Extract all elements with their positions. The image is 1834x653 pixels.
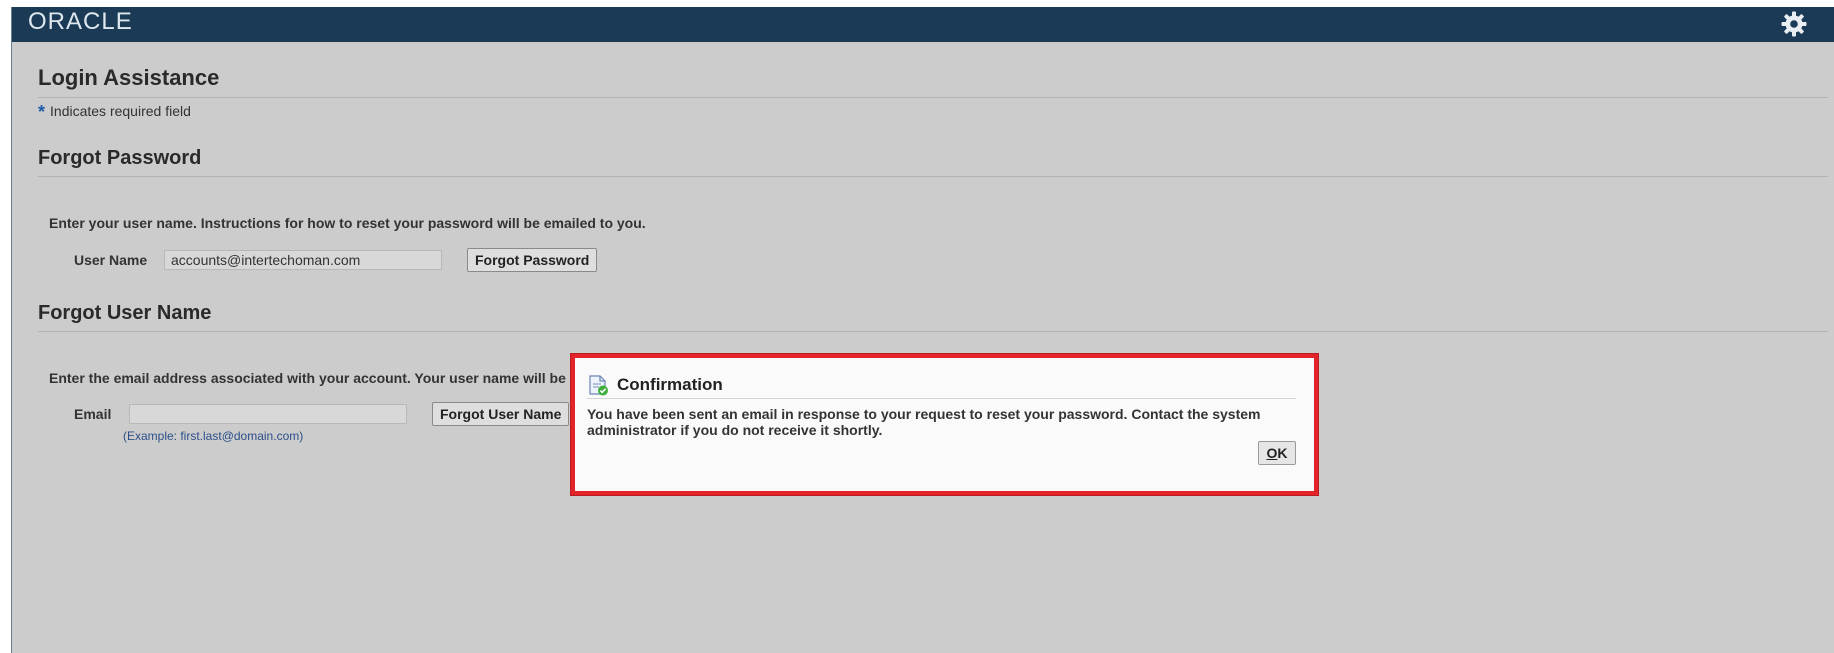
forgot-username-button[interactable]: Forgot User Name xyxy=(432,402,570,426)
required-star: * xyxy=(38,102,46,122)
ok-rest: K xyxy=(1277,445,1288,461)
dialog-header: Confirmation xyxy=(587,372,1296,399)
username-input[interactable] xyxy=(164,250,442,270)
dialog-title: Confirmation xyxy=(617,375,723,394)
forgot-password-title: Forgot Password xyxy=(38,147,1828,177)
confirmation-icon xyxy=(589,375,608,396)
branding-bar: ORACLE xyxy=(12,7,1834,42)
page-title: Login Assistance xyxy=(38,65,1828,98)
email-label: Email xyxy=(74,406,112,422)
username-row: User Name Forgot Password xyxy=(74,248,1828,272)
ok-button[interactable]: OK xyxy=(1258,441,1296,465)
email-input[interactable] xyxy=(129,404,407,424)
forgot-password-instructions: Enter your user name. Instructions for h… xyxy=(49,215,646,231)
app-frame: ORACLE Login Assistance * Indicates requi… xyxy=(11,7,1834,653)
gear-icon[interactable] xyxy=(1780,10,1808,38)
forgot-username-title: Forgot User Name xyxy=(38,302,1828,332)
required-note: * Indicates required field xyxy=(38,102,1828,123)
required-note-text: Indicates required field xyxy=(50,103,191,119)
forgot-password-button[interactable]: Forgot Password xyxy=(467,248,598,272)
username-label: User Name xyxy=(74,252,148,268)
ok-accesskey: O xyxy=(1266,445,1278,461)
confirmation-dialog: Confirmation You have been sent an email… xyxy=(571,354,1318,495)
dialog-message: You have been sent an email in response … xyxy=(587,406,1261,438)
oracle-logo: ORACLE xyxy=(28,8,133,35)
